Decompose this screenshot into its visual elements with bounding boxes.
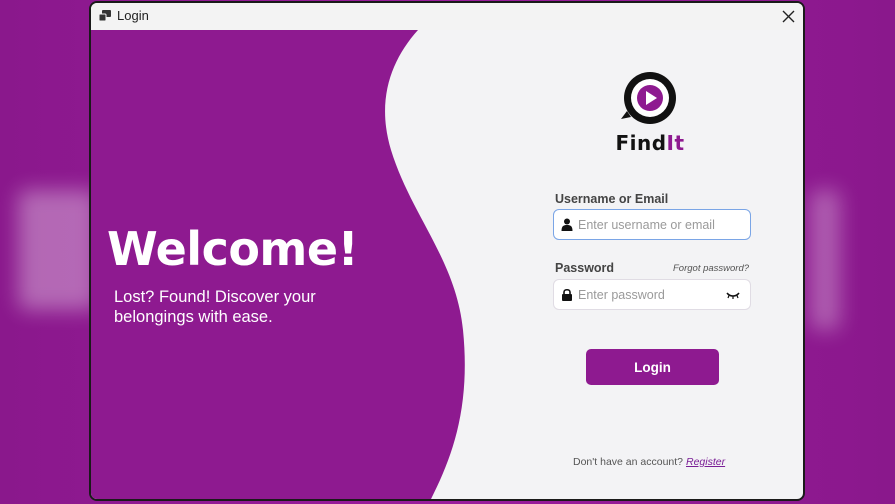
password-label: Password [555,261,615,275]
blurred-form-ghost [810,190,840,330]
user-icon [561,218,573,231]
lock-icon [562,288,572,301]
password-field[interactable] [553,279,751,310]
welcome-tagline: Lost? Found! Discover your belongings wi… [114,288,316,326]
username-field[interactable] [553,209,751,240]
username-label: Username or Email [555,192,669,206]
login-window: Welcome! Lost? Found! Discover your belo… [89,1,805,501]
app-window-icon [98,10,111,22]
brand-name-it: It [666,131,685,155]
login-button[interactable]: Login [586,349,719,385]
forgot-password-link[interactable]: Forgot password? [673,263,749,274]
welcome-heading: Welcome! [107,222,359,276]
username-input[interactable] [578,210,728,239]
blurred-welcome-ghost [18,190,98,310]
register-prompt-text: Don't have an account? [573,456,683,468]
register-link[interactable]: Register [686,456,725,468]
password-input[interactable] [578,280,728,309]
close-icon [782,10,794,22]
eye-closed-icon[interactable] [726,290,740,300]
register-prompt: Don't have an account? Register [573,456,725,468]
title-bar: Login [91,3,803,30]
close-button[interactable] [777,5,799,27]
brand-name-find: Find [615,131,667,155]
brand-name: FindIt [607,131,693,155]
window-title: Login [117,8,149,23]
